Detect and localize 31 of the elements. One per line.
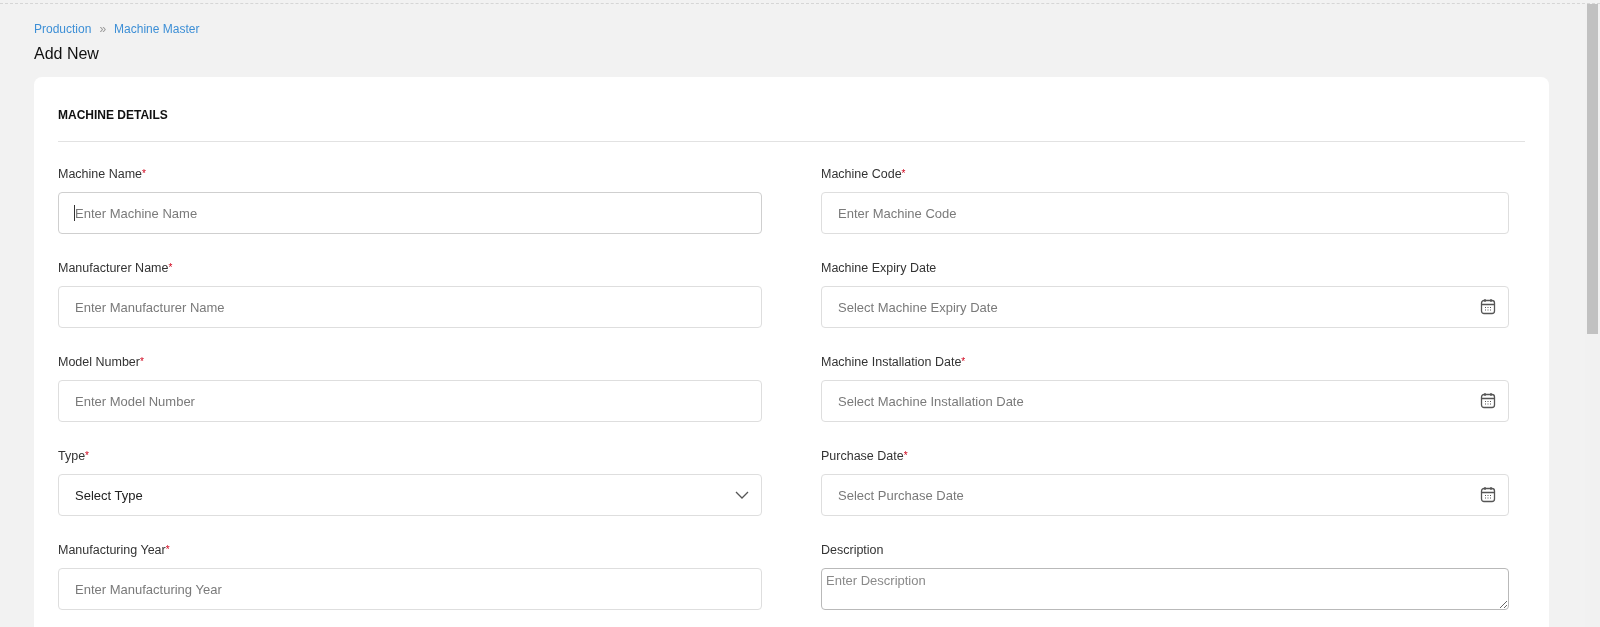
- text-input[interactable]: Enter Machine Name: [58, 192, 762, 234]
- breadcrumb-separator: »: [99, 22, 107, 36]
- date-input[interactable]: Select Purchase Date: [821, 474, 1509, 516]
- calendar-icon[interactable]: [1480, 298, 1496, 315]
- field-label: Manufacturing Year*: [58, 542, 170, 558]
- chevron-down-icon: [735, 491, 749, 499]
- field-label: Type*: [58, 448, 89, 464]
- date-input[interactable]: Select Machine Installation Date: [821, 380, 1509, 422]
- page-title: Add New: [34, 44, 99, 64]
- field-label: Machine Installation Date*: [821, 354, 966, 370]
- text-input[interactable]: Enter Manufacturer Name: [58, 286, 762, 328]
- section-title: MACHINE DETAILS: [58, 107, 168, 123]
- field-label: Description: [821, 542, 884, 558]
- breadcrumb-link[interactable]: Production: [34, 22, 92, 36]
- date-input[interactable]: Select Machine Expiry Date: [821, 286, 1509, 328]
- text-input[interactable]: Enter Model Number: [58, 380, 762, 422]
- text-cursor: [74, 205, 75, 221]
- field-label: Model Number*: [58, 354, 144, 370]
- calendar-icon[interactable]: [1480, 486, 1496, 503]
- field-label: Machine Name*: [58, 166, 146, 182]
- field-label: Manufacturer Name*: [58, 260, 173, 276]
- field-label: Machine Expiry Date: [821, 260, 937, 276]
- field-label: Purchase Date*: [821, 448, 908, 464]
- breadcrumb-link[interactable]: Machine Master: [114, 22, 200, 36]
- description-textarea[interactable]: Enter Description: [821, 568, 1509, 610]
- type-dropdown[interactable]: Select Type: [58, 474, 762, 516]
- text-input[interactable]: Enter Machine Code: [821, 192, 1509, 234]
- calendar-icon[interactable]: [1480, 392, 1496, 409]
- text-input[interactable]: Enter Manufacturing Year: [58, 568, 762, 610]
- scrollbar-thumb[interactable]: [1587, 4, 1598, 334]
- field-label: Machine Code*: [821, 166, 906, 182]
